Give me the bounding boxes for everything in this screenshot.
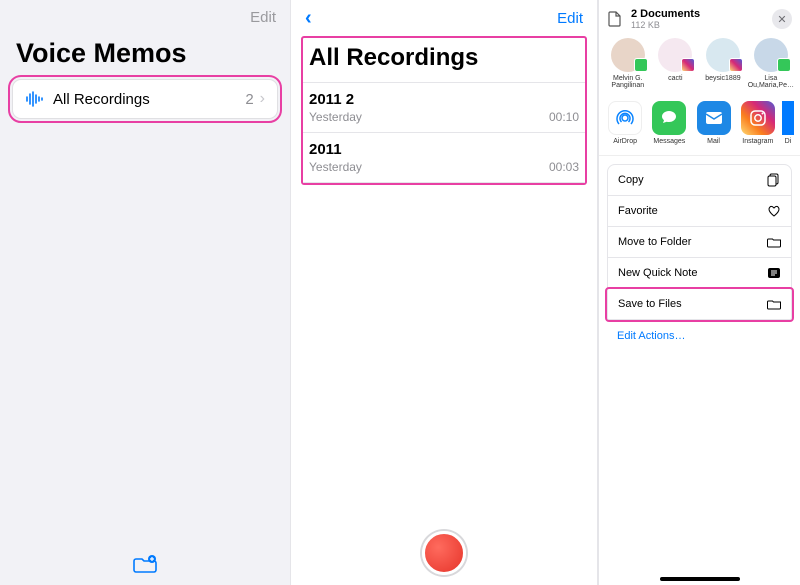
instagram-icon bbox=[741, 101, 775, 135]
page-title: Voice Memos bbox=[0, 30, 290, 79]
share-contact[interactable]: beysic1889 bbox=[700, 38, 746, 89]
instagram-badge-icon bbox=[729, 58, 743, 72]
avatar bbox=[658, 38, 692, 72]
share-app-mail[interactable]: Mail bbox=[693, 101, 733, 145]
record-button[interactable] bbox=[422, 531, 466, 575]
close-button[interactable]: ✕ bbox=[772, 9, 792, 29]
messages-icon bbox=[652, 101, 686, 135]
edit-actions-link[interactable]: Edit Actions… bbox=[607, 320, 792, 352]
share-sheet: 2 Documents 112 KB ✕ Melvin G. Pangilina… bbox=[598, 0, 800, 585]
folder-icon bbox=[767, 297, 781, 311]
share-contact[interactable]: Lisa Ou,Maria,Pe… bbox=[748, 38, 794, 89]
edit-button[interactable]: Edit bbox=[557, 10, 583, 27]
messages-badge-icon bbox=[634, 58, 648, 72]
sidebar-item-all-recordings[interactable]: All Recordings 2 › bbox=[12, 79, 278, 119]
action-label: Save to Files bbox=[618, 298, 682, 310]
share-actions-list: Copy Favorite Move to Folder New Quick N… bbox=[599, 156, 800, 352]
home-indicator bbox=[660, 577, 740, 581]
app-label: Instagram bbox=[742, 138, 773, 145]
recording-duration: 00:03 bbox=[549, 160, 579, 174]
folder-icon bbox=[767, 235, 781, 249]
sidebar-item-label: All Recordings bbox=[53, 91, 245, 108]
contact-name: cacti bbox=[668, 75, 682, 82]
edit-button[interactable]: Edit bbox=[250, 9, 276, 26]
contact-name: Melvin G. Pangilinan bbox=[605, 75, 651, 89]
pane2-toolbar: ‹ Edit bbox=[291, 0, 597, 30]
share-contacts-row: Melvin G. Pangilinan cacti beysic1889 Li… bbox=[599, 38, 800, 97]
recording-duration: 00:10 bbox=[549, 110, 579, 124]
recording-title: 2011 bbox=[309, 141, 579, 158]
app-label: Di bbox=[785, 138, 792, 145]
recording-subtitle: Yesterday bbox=[309, 110, 362, 124]
share-app-more[interactable]: Di bbox=[782, 101, 794, 145]
chevron-right-icon: › bbox=[260, 90, 265, 108]
app-label: Messages bbox=[653, 138, 685, 145]
all-recordings-pane: ‹ Edit All Recordings 2011 2 Yesterday 0… bbox=[290, 0, 598, 585]
document-icon bbox=[607, 11, 623, 27]
section-title: All Recordings bbox=[303, 38, 585, 83]
share-app-messages[interactable]: Messages bbox=[649, 101, 689, 145]
action-favorite[interactable]: Favorite bbox=[607, 196, 792, 227]
share-app-instagram[interactable]: Instagram bbox=[738, 101, 778, 145]
app-label: Mail bbox=[707, 138, 720, 145]
action-copy[interactable]: Copy bbox=[607, 164, 792, 196]
recording-item[interactable]: 2011 2 Yesterday 00:10 bbox=[303, 83, 585, 133]
share-sheet-header: 2 Documents 112 KB ✕ bbox=[599, 0, 800, 38]
avatar bbox=[611, 38, 645, 72]
share-subtitle: 112 KB bbox=[631, 20, 764, 30]
app-label: AirDrop bbox=[613, 138, 637, 145]
voice-memos-sidebar: Edit Voice Memos All Recordings 2 › bbox=[0, 0, 290, 585]
contact-name: Lisa Ou,Maria,Pe… bbox=[748, 75, 794, 89]
quick-note-icon bbox=[767, 266, 781, 280]
recordings-highlight-box: All Recordings 2011 2 Yesterday 00:10 20… bbox=[301, 36, 587, 185]
action-move-to-folder[interactable]: Move to Folder bbox=[607, 227, 792, 258]
waveform-icon bbox=[25, 91, 43, 107]
mail-icon bbox=[697, 101, 731, 135]
share-contact[interactable]: cacti bbox=[653, 38, 699, 89]
action-label: Copy bbox=[618, 174, 644, 186]
airdrop-icon bbox=[608, 101, 642, 135]
new-folder-button[interactable] bbox=[133, 554, 157, 579]
share-app-airdrop[interactable]: AirDrop bbox=[605, 101, 645, 145]
action-label: Favorite bbox=[618, 205, 658, 217]
sidebar-item-count: 2 bbox=[245, 91, 253, 108]
share-apps-row: AirDrop Messages Mail Instagram Di bbox=[599, 97, 800, 156]
action-save-to-files[interactable]: Save to Files bbox=[607, 289, 792, 320]
share-contact[interactable]: Melvin G. Pangilinan bbox=[605, 38, 651, 89]
pane1-toolbar: Edit bbox=[0, 0, 290, 30]
recording-subtitle: Yesterday bbox=[309, 160, 362, 174]
messages-badge-icon bbox=[777, 58, 791, 72]
back-button[interactable]: ‹ bbox=[305, 7, 312, 30]
avatar bbox=[706, 38, 740, 72]
avatar bbox=[754, 38, 788, 72]
share-title: 2 Documents bbox=[631, 8, 764, 20]
action-label: Move to Folder bbox=[618, 236, 691, 248]
recording-title: 2011 2 bbox=[309, 91, 579, 108]
copy-icon bbox=[767, 173, 781, 187]
contact-name: beysic1889 bbox=[705, 75, 740, 82]
action-new-quick-note[interactable]: New Quick Note bbox=[607, 258, 792, 289]
recording-item[interactable]: 2011 Yesterday 00:03 bbox=[303, 133, 585, 183]
heart-icon bbox=[767, 204, 781, 218]
app-icon bbox=[782, 101, 794, 135]
action-label: New Quick Note bbox=[618, 267, 697, 279]
instagram-badge-icon bbox=[681, 58, 695, 72]
